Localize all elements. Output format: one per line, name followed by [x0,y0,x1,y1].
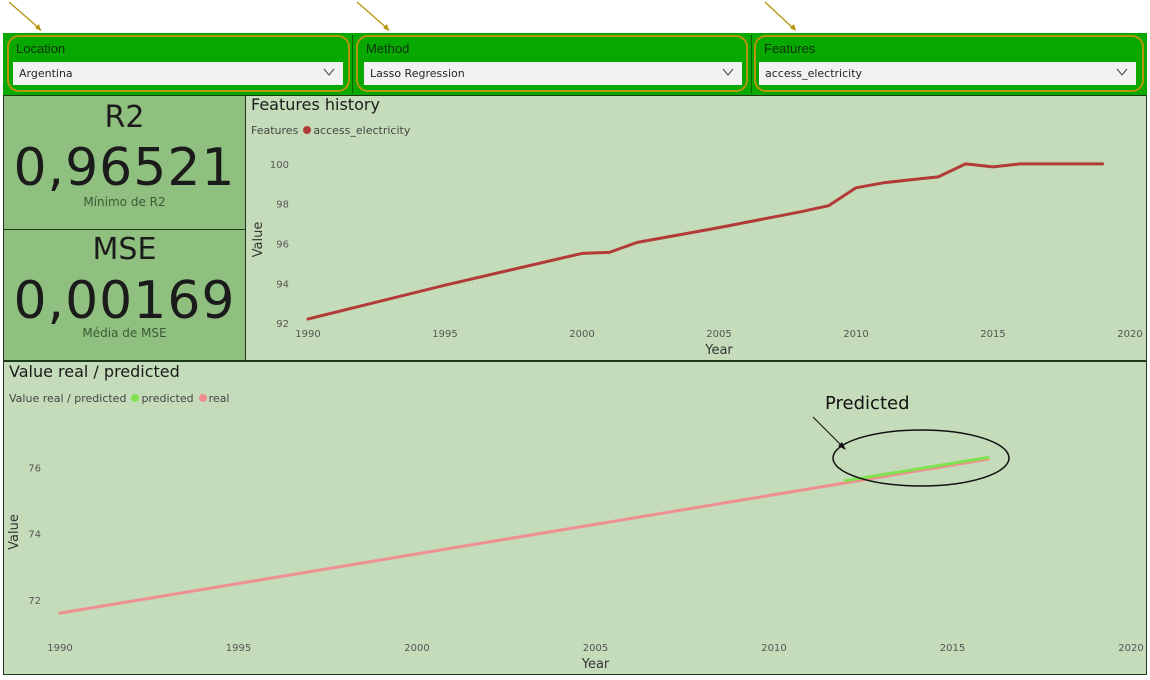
features-history-chart: 92 94 96 98 100 1990 1995 2000 2005 2010 2015 2020 Y… [251,160,1143,358]
r2-card: R2 0,96521 Mínimo de R2 [3,95,246,230]
x-tick-label: 2005 [583,643,608,654]
y-tick-label: 74 [28,530,41,541]
x-tick-label: 1990 [47,643,72,654]
method-pointer-arrow [356,1,390,31]
features-dropdown-value: access_electricity [765,67,863,80]
y-axis-title: Value [251,222,266,258]
series-line-access-electricity [306,162,1105,321]
x-axis-title: Year [704,343,733,358]
features-pointer-arrow [764,1,796,31]
y-axis-title: Value [7,514,22,550]
method-dropdown-value: Lasso Regression [370,67,465,80]
features-dropdown[interactable]: access_electricity [759,62,1136,85]
x-tick-label: 2015 [940,643,965,654]
x-tick-label: 2010 [761,643,786,654]
x-tick-label: 2000 [569,329,594,340]
chevron-down-icon [323,68,335,76]
y-tick-label: 96 [276,239,289,250]
x-tick-label: 2020 [1118,643,1143,654]
x-axis-title: Year [581,657,610,672]
mse-card-title: MSE [92,232,157,267]
method-slicer-title: Method [366,41,410,56]
x-tick-label: 1990 [295,329,320,340]
r2-card-value: 0,96521 [13,138,236,198]
location-slicer-title: Location [16,41,66,56]
annotation-ellipse [832,429,1010,487]
slicer-divider [352,35,353,93]
x-tick-label: 1995 [226,643,251,654]
value-real-predicted-chart: 72 74 76 1990 1995 2000 2005 2010 2015 2020 Year Va… [7,456,1144,672]
location-pointer-arrow [8,1,42,31]
x-tick-label: 2020 [1117,329,1142,340]
mse-card: MSE 0,00169 Média de MSE [3,229,246,361]
chevron-down-icon [1116,68,1128,76]
x-tick-label: 2000 [404,643,429,654]
chevron-down-icon [722,68,734,76]
mse-card-value: 0,00169 [13,271,236,331]
y-tick-label: 76 [28,463,41,474]
x-tick-label: 2010 [843,329,868,340]
r2-card-title: R2 [104,100,145,135]
annotation-arrow [812,416,845,449]
x-tick-label: 2005 [706,329,731,340]
location-slicer: Location Argentina [4,35,352,93]
y-tick-label: 100 [270,160,289,171]
y-tick-label: 98 [276,200,289,211]
location-dropdown[interactable]: Argentina [13,62,343,85]
x-tick-label: 1995 [432,329,457,340]
x-tick-label: 2015 [980,329,1005,340]
y-tick-label: 94 [276,279,289,290]
location-dropdown-value: Argentina [19,67,73,80]
y-tick-label: 92 [276,319,289,330]
features-slicer-title: Features [764,41,816,56]
predicted-annotation [812,416,1010,487]
y-tick-label: 72 [28,596,41,607]
method-slicer: Method Lasso Regression [354,35,751,93]
method-dropdown[interactable]: Lasso Regression [364,62,742,85]
features-slicer: Features access_electricity [752,35,1146,93]
